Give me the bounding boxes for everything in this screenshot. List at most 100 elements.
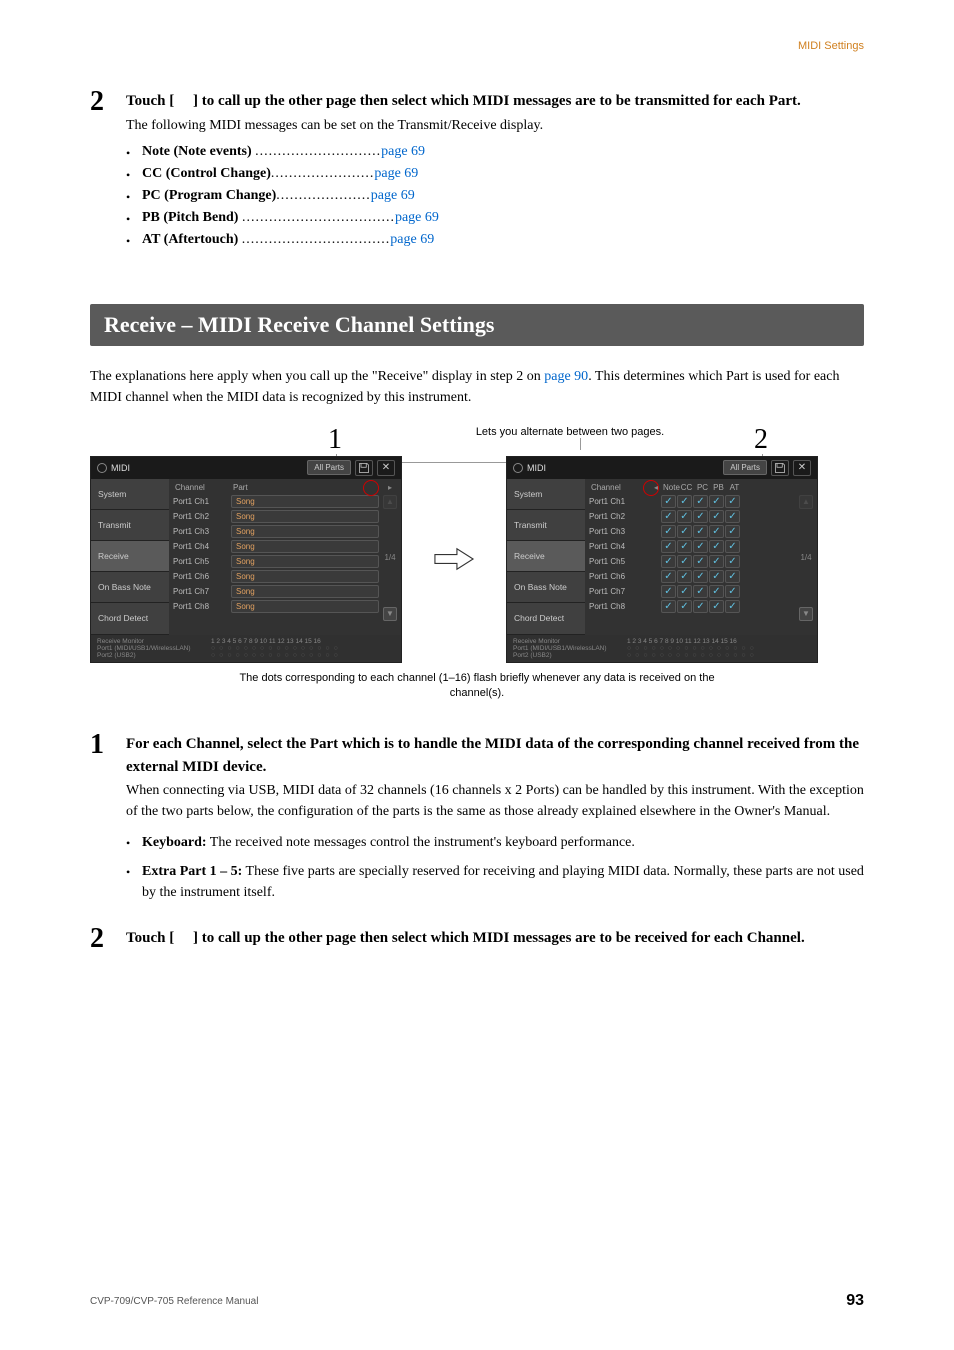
sub-bullets: Keyboard: The received note messages con… [126,832,864,903]
checkbox-cell[interactable]: ✓ [661,525,676,538]
callout-num-1: 1 [328,424,342,456]
checkbox-cell[interactable]: ✓ [661,510,676,523]
checkbox-cell[interactable]: ✓ [661,540,676,553]
checkbox-cell[interactable]: ✓ [725,525,740,538]
checkbox-cell[interactable]: ✓ [725,585,740,598]
check-row: ✓✓✓✓✓ [661,570,740,583]
part-cell[interactable]: Song [231,495,379,508]
checkbox-cell[interactable]: ✓ [725,540,740,553]
tab-transmit[interactable]: Transmit [507,510,585,541]
tab-receive[interactable]: Receive [507,541,585,572]
page-link[interactable]: page 69 [374,166,418,181]
footer-nums: 1 2 3 4 5 6 7 8 9 10 11 12 13 14 15 16 [627,638,737,645]
table-row: Port1 Ch8✓✓✓✓✓ [589,599,815,614]
checkbox-cell[interactable]: ✓ [677,525,692,538]
part-cell[interactable]: Song [231,510,379,523]
page-left-arrow-highlight [643,480,659,496]
checkbox-cell[interactable]: ✓ [709,570,724,583]
col-pb: PB [711,483,726,492]
tab-chord-detect[interactable]: Chord Detect [91,603,169,634]
checkbox-cell[interactable]: ✓ [661,495,676,508]
tab-transmit[interactable]: Transmit [91,510,169,541]
checkbox-cell[interactable]: ✓ [677,495,692,508]
checkbox-cell[interactable]: ✓ [661,600,676,613]
page-right-arrow-highlight [363,480,379,496]
checkbox-cell[interactable]: ✓ [693,600,708,613]
pager-down-icon[interactable]: ▼ [383,607,397,621]
checkbox-cell[interactable]: ✓ [709,510,724,523]
msg-label: Note (Note events) [142,144,252,159]
dots: ............................ [255,144,381,159]
page-link[interactable]: page 69 [395,210,439,225]
close-icon[interactable]: ✕ [793,460,811,476]
checkbox-cell[interactable]: ✓ [661,585,676,598]
checkbox-cell[interactable]: ✓ [677,555,692,568]
all-parts-button[interactable]: All Parts [307,460,351,475]
part-cell[interactable]: Song [231,555,379,568]
tab-system[interactable]: System [507,479,585,510]
part-cell[interactable]: Song [231,585,379,598]
save-icon[interactable] [355,460,373,476]
save-icon[interactable] [771,460,789,476]
checkbox-cell[interactable]: ✓ [661,570,676,583]
checkbox-cell[interactable]: ✓ [677,540,692,553]
checkbox-cell[interactable]: ✓ [725,510,740,523]
pager-down-icon[interactable]: ▼ [799,607,813,621]
checkbox-cell[interactable]: ✓ [693,555,708,568]
checkbox-cell[interactable]: ✓ [709,525,724,538]
table-row: Port1 Ch7✓✓✓✓✓ [589,584,815,599]
all-parts-button[interactable]: All Parts [723,460,767,475]
tab-receive[interactable]: Receive [91,541,169,572]
step-number: 2 [90,88,126,254]
grid-subheader: Channel ◂ Note CC PC PB AT [589,483,815,492]
step-title-b: ] to call up the other page then select … [193,930,805,946]
table-row: Port1 Ch1Song [173,494,399,509]
checkbox-cell[interactable]: ✓ [725,600,740,613]
step-title-a: Touch [ [126,930,174,946]
panel-header: MIDI All Parts ✕ [91,457,401,479]
part-cell[interactable]: Song [231,570,379,583]
tab-system[interactable]: System [91,479,169,510]
bullet-text: These five parts are specially reserved … [142,864,864,900]
page-link[interactable]: page 69 [381,144,425,159]
checkbox-cell[interactable]: ✓ [709,540,724,553]
tab-chord-detect[interactable]: Chord Detect [507,603,585,634]
close-icon[interactable]: ✕ [377,460,395,476]
checkbox-cell[interactable]: ✓ [725,555,740,568]
checkbox-cell[interactable]: ✓ [677,570,692,583]
page-link[interactable]: page 69 [390,232,434,247]
page-right-arrow-icon[interactable]: ▸ [381,483,399,492]
checkbox-cell[interactable]: ✓ [677,585,692,598]
msg-label: PC (Program Change) [142,188,276,203]
tab-on-bass-note[interactable]: On Bass Note [507,572,585,603]
checkbox-cell[interactable]: ✓ [693,570,708,583]
page-link[interactable]: page 69 [371,188,415,203]
page-link[interactable]: page 90 [544,369,588,384]
checkbox-cell[interactable]: ✓ [693,495,708,508]
checkbox-cell[interactable]: ✓ [693,525,708,538]
checkbox-cell[interactable]: ✓ [661,555,676,568]
checkbox-cell[interactable]: ✓ [709,495,724,508]
checkbox-cell[interactable]: ✓ [693,585,708,598]
table-row: Port1 Ch1✓✓✓✓✓ [589,494,815,509]
checkbox-cell[interactable]: ✓ [725,570,740,583]
checkbox-cell[interactable]: ✓ [709,600,724,613]
channel-cell: Port1 Ch8 [589,602,647,611]
checkbox-cell[interactable]: ✓ [693,510,708,523]
pager-up-icon[interactable]: ▲ [383,495,397,509]
checkbox-cell[interactable]: ✓ [725,495,740,508]
checkbox-cell[interactable]: ✓ [677,510,692,523]
col-headers: Note CC PC PB AT [663,483,815,492]
side-tabs: System Transmit Receive On Bass Note Cho… [507,479,585,635]
bullet-label: Extra Part 1 – 5: [142,864,242,879]
part-cell[interactable]: Song [231,525,379,538]
tab-on-bass-note[interactable]: On Bass Note [91,572,169,603]
part-cell[interactable]: Song [231,540,379,553]
checkbox-cell[interactable]: ✓ [709,555,724,568]
checkbox-cell[interactable]: ✓ [677,600,692,613]
checkbox-cell[interactable]: ✓ [693,540,708,553]
checkbox-cell[interactable]: ✓ [709,585,724,598]
bullet-text: The received note messages control the i… [207,835,635,850]
pager-up-icon[interactable]: ▲ [799,495,813,509]
part-cell[interactable]: Song [231,600,379,613]
